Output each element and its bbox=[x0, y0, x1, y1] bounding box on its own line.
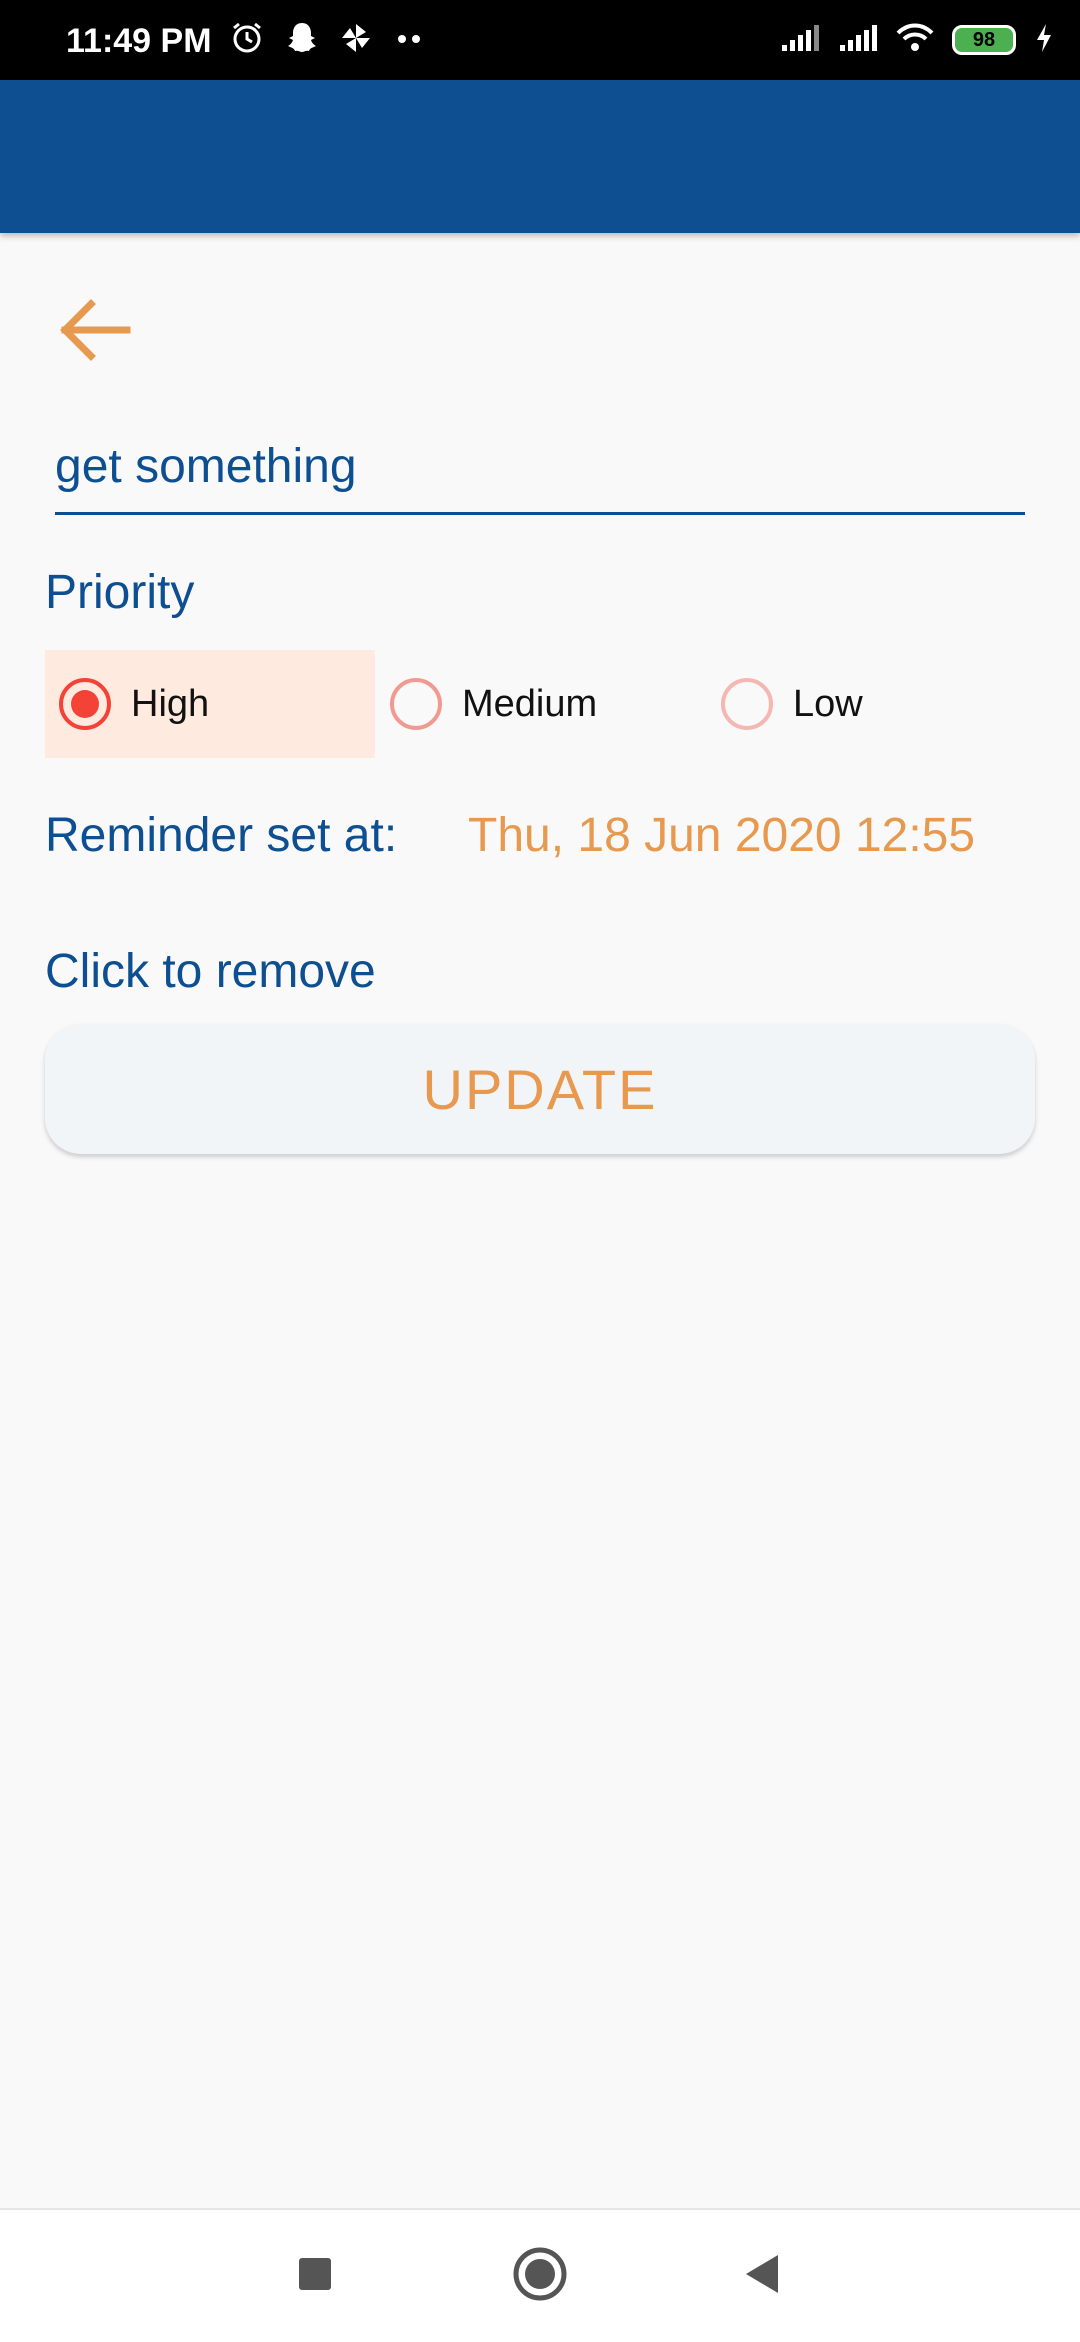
back-triangle-icon bbox=[742, 2253, 782, 2300]
home-circle-icon bbox=[512, 2246, 568, 2307]
arrow-left-icon bbox=[57, 298, 131, 367]
app-bar bbox=[0, 80, 1080, 233]
remove-reminder-link[interactable]: Click to remove bbox=[45, 944, 376, 999]
priority-low-option[interactable]: Low bbox=[707, 650, 1037, 758]
signal-icon bbox=[838, 23, 878, 58]
task-title-input[interactable] bbox=[55, 420, 1025, 515]
recents-square-icon bbox=[298, 2257, 332, 2296]
priority-high-option[interactable]: High bbox=[45, 650, 375, 758]
priority-medium-option[interactable]: Medium bbox=[376, 650, 706, 758]
priority-high-label: High bbox=[131, 682, 210, 725]
priority-medium-label: Medium bbox=[462, 682, 598, 725]
pinwheel-icon bbox=[340, 22, 372, 59]
status-bar: 11:49 PM 98 bbox=[0, 0, 1080, 80]
back-button[interactable] bbox=[44, 282, 144, 382]
charging-icon bbox=[1034, 23, 1054, 58]
radio-unchecked-icon bbox=[721, 678, 773, 730]
recents-button[interactable] bbox=[279, 2240, 351, 2312]
more-dots-icon bbox=[394, 31, 424, 49]
system-nav-bar bbox=[0, 2208, 1080, 2342]
radio-checked-icon bbox=[59, 678, 111, 730]
alarm-icon bbox=[230, 21, 264, 60]
reminder-datetime[interactable]: Thu, 18 Jun 2020 12:55 bbox=[468, 808, 975, 863]
system-back-button[interactable] bbox=[726, 2240, 798, 2312]
radio-unchecked-icon bbox=[390, 678, 442, 730]
reminder-label: Reminder set at: bbox=[45, 809, 398, 862]
status-icons-left bbox=[230, 20, 424, 60]
status-time: 11:49 PM bbox=[66, 22, 212, 60]
status-icons-right: 98 bbox=[780, 20, 1054, 60]
battery-icon: 98 bbox=[952, 25, 1016, 55]
snapchat-icon bbox=[286, 21, 318, 60]
priority-low-label: Low bbox=[793, 682, 863, 725]
home-button[interactable] bbox=[504, 2240, 576, 2312]
priority-label: Priority bbox=[45, 566, 195, 619]
wifi-icon bbox=[896, 23, 934, 58]
signal-icon bbox=[780, 23, 820, 58]
update-button[interactable]: UPDATE bbox=[45, 1024, 1035, 1154]
